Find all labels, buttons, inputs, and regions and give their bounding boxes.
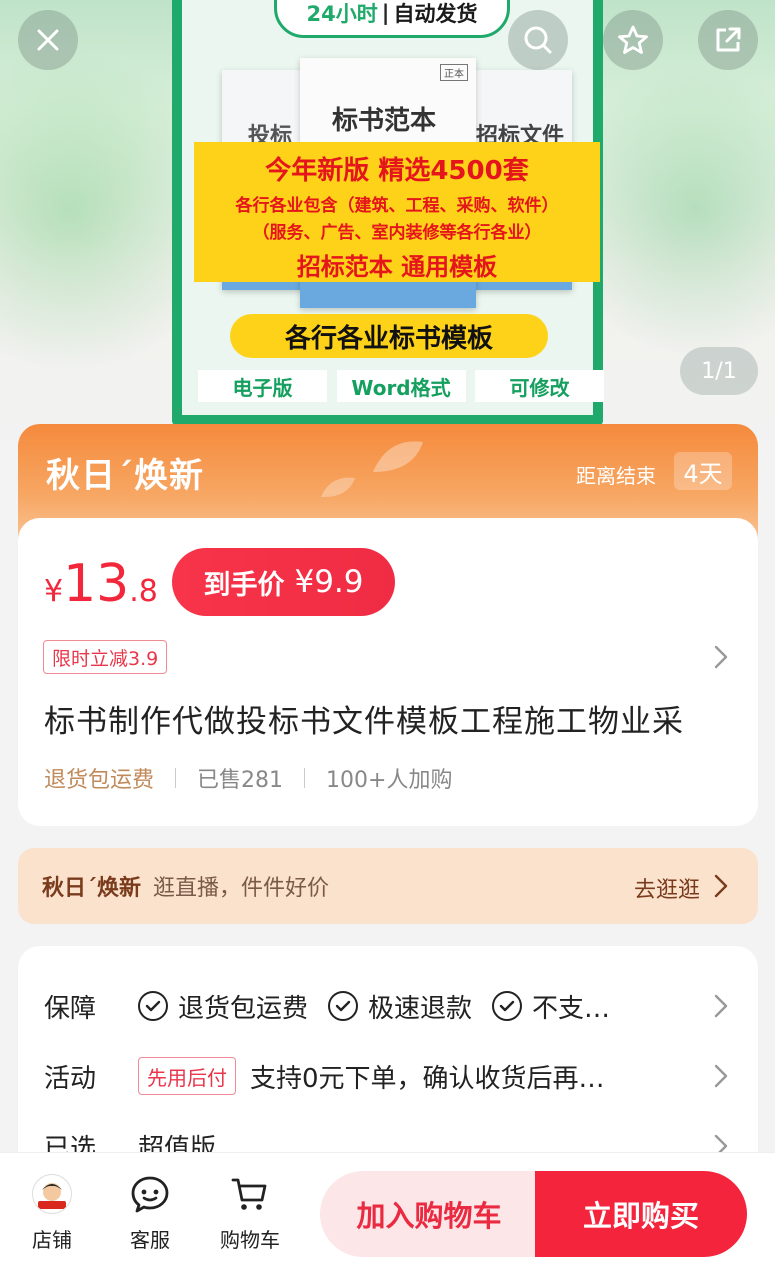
activity-label: 活动 bbox=[44, 1063, 97, 1094]
countdown-label: 距离结束 bbox=[576, 464, 656, 488]
activity-text: 支持0元下单，确认收货后再… bbox=[250, 1063, 605, 1094]
guarantee-text: 退货包运费 bbox=[178, 993, 309, 1024]
share-button[interactable] bbox=[698, 10, 758, 70]
price-currency: ¥ bbox=[44, 574, 64, 609]
price-card: ¥ 13 .8 到手价 ¥9.9 限时立减3.9 标书制作代做投标书文件模板工程… bbox=[18, 518, 758, 826]
doc-stripe bbox=[300, 278, 476, 308]
live-go-link[interactable]: 去逛逛 bbox=[634, 872, 700, 904]
chevron-right-icon bbox=[714, 994, 728, 1018]
live-stream-strip[interactable]: 秋日´焕新 逛直播，件件好价 去逛逛 bbox=[18, 848, 758, 924]
gallery-page-indicator: 1/1 bbox=[680, 347, 758, 395]
shop-label: 店铺 bbox=[32, 1228, 72, 1252]
band-line-3: （服务、广告、室内装修等各行各业） bbox=[252, 223, 542, 243]
buy-now-button[interactable]: 立即购买 bbox=[535, 1171, 747, 1257]
image-promo-band: 今年新版 精选4500套 各行各业包含（建筑、工程、采购、软件） （服务、广告、… bbox=[194, 142, 600, 282]
guarantee-item: 退货包运费 bbox=[138, 988, 308, 1025]
check-circle-icon bbox=[328, 991, 359, 1021]
close-icon bbox=[37, 29, 59, 51]
product-title: 标书制作代做投标书文件模板工程施工物业采 bbox=[44, 704, 684, 740]
guarantee-item: 不支… bbox=[492, 988, 610, 1025]
countdown-days: 4天 bbox=[674, 452, 732, 490]
leaf-decoration-icon bbox=[321, 477, 355, 498]
image-feature: 可修改 bbox=[475, 370, 604, 402]
band-line-2: 各行各业包含（建筑、工程、采购、软件） bbox=[235, 196, 559, 216]
price-decimal: .8 bbox=[129, 574, 158, 609]
image-header-prefix: 24小时 bbox=[306, 2, 378, 26]
live-chevron[interactable] bbox=[708, 873, 734, 899]
bottom-action-bar: 店铺 客服 购物车 加入购物车 立即购买 bbox=[0, 1152, 775, 1280]
band-line-1: 今年新版 精选4500套 bbox=[265, 156, 529, 186]
cart-label: 购物车 bbox=[220, 1228, 280, 1252]
image-header-suffix: 自动发货 bbox=[393, 2, 478, 26]
shop-logo-icon bbox=[32, 1173, 72, 1214]
cart-count: 100+人加购 bbox=[326, 768, 453, 793]
leaf-decoration-icon bbox=[373, 441, 423, 472]
chevron-right-icon bbox=[714, 645, 728, 669]
doc-mid-title: 标书范本 bbox=[332, 106, 437, 136]
customer-service-button[interactable]: 客服 bbox=[114, 1173, 186, 1253]
chevron-right-icon bbox=[714, 874, 728, 898]
band-line-4: 招标范本 通用模板 bbox=[296, 253, 498, 281]
live-text: 逛直播，件件好价 bbox=[153, 876, 330, 901]
image-feature: 电子版 bbox=[198, 370, 327, 402]
guarantee-text: 不支… bbox=[532, 993, 611, 1024]
sold-count: 已售281 bbox=[197, 768, 284, 793]
image-pill-caption: 各行各业标书模板 bbox=[230, 314, 548, 358]
chat-icon bbox=[128, 1173, 172, 1214]
chevron-right-icon bbox=[714, 1064, 728, 1088]
shop-button[interactable]: 店铺 bbox=[16, 1173, 88, 1253]
cart-icon bbox=[228, 1173, 272, 1214]
activity-row[interactable]: 活动 先用后付 支持0元下单，确认收货后再… bbox=[44, 1056, 605, 1096]
activity-chevron[interactable] bbox=[708, 1063, 734, 1089]
guarantee-chevron[interactable] bbox=[708, 993, 734, 1019]
guarantee-label: 保障 bbox=[44, 993, 97, 1024]
divider bbox=[304, 768, 306, 788]
final-price-badge: 到手价 ¥9.9 bbox=[172, 548, 395, 616]
image-feature-row: 电子版 Word格式 可修改 bbox=[198, 370, 604, 402]
current-price: ¥ 13 .8 bbox=[44, 554, 158, 614]
pay-later-tag: 先用后付 bbox=[138, 1057, 236, 1095]
discount-tag[interactable]: 限时立减3.9 bbox=[43, 640, 168, 674]
final-price-label: 到手价 bbox=[203, 569, 285, 601]
search-button[interactable] bbox=[508, 10, 568, 70]
image-header-sep: | bbox=[381, 1, 390, 25]
live-brand: 秋日´焕新 bbox=[42, 876, 142, 901]
image-header-banner: 24小时 | 自动发货 bbox=[274, 0, 510, 38]
image-feature: Word格式 bbox=[336, 370, 466, 402]
product-gallery[interactable]: 24小时 | 自动发货 投标 招标文件 正本 标书范本 今年新版 精选4500套… bbox=[0, 0, 775, 440]
free-return-label: 退货包运费 bbox=[44, 768, 155, 793]
close-button[interactable] bbox=[18, 10, 78, 70]
check-circle-icon bbox=[492, 991, 523, 1021]
star-icon bbox=[618, 25, 648, 54]
divider bbox=[175, 768, 177, 788]
service-label: 客服 bbox=[130, 1228, 170, 1252]
share-icon bbox=[716, 27, 741, 52]
favorite-button[interactable] bbox=[603, 10, 663, 70]
guarantee-text: 极速退款 bbox=[368, 993, 473, 1024]
cart-button[interactable]: 购物车 bbox=[214, 1173, 286, 1253]
guarantee-row[interactable]: 保障 退货包运费 极速退款 不支… bbox=[44, 986, 630, 1026]
price-integer: 13 bbox=[63, 554, 130, 614]
search-icon bbox=[524, 26, 552, 54]
product-meta-row: 退货包运费 已售281 100+人加购 bbox=[44, 762, 452, 794]
shop-icon-wrap bbox=[30, 1173, 74, 1214]
discount-chevron[interactable] bbox=[708, 644, 734, 670]
check-circle-icon bbox=[138, 991, 168, 1021]
guarantee-item: 极速退款 bbox=[328, 988, 472, 1025]
add-to-cart-button[interactable]: 加入购物车 bbox=[320, 1171, 538, 1257]
promo-title: 秋日´焕新 bbox=[46, 456, 204, 496]
final-price-value: ¥9.9 bbox=[294, 564, 364, 600]
doc-mid-tag: 正本 bbox=[440, 64, 468, 81]
